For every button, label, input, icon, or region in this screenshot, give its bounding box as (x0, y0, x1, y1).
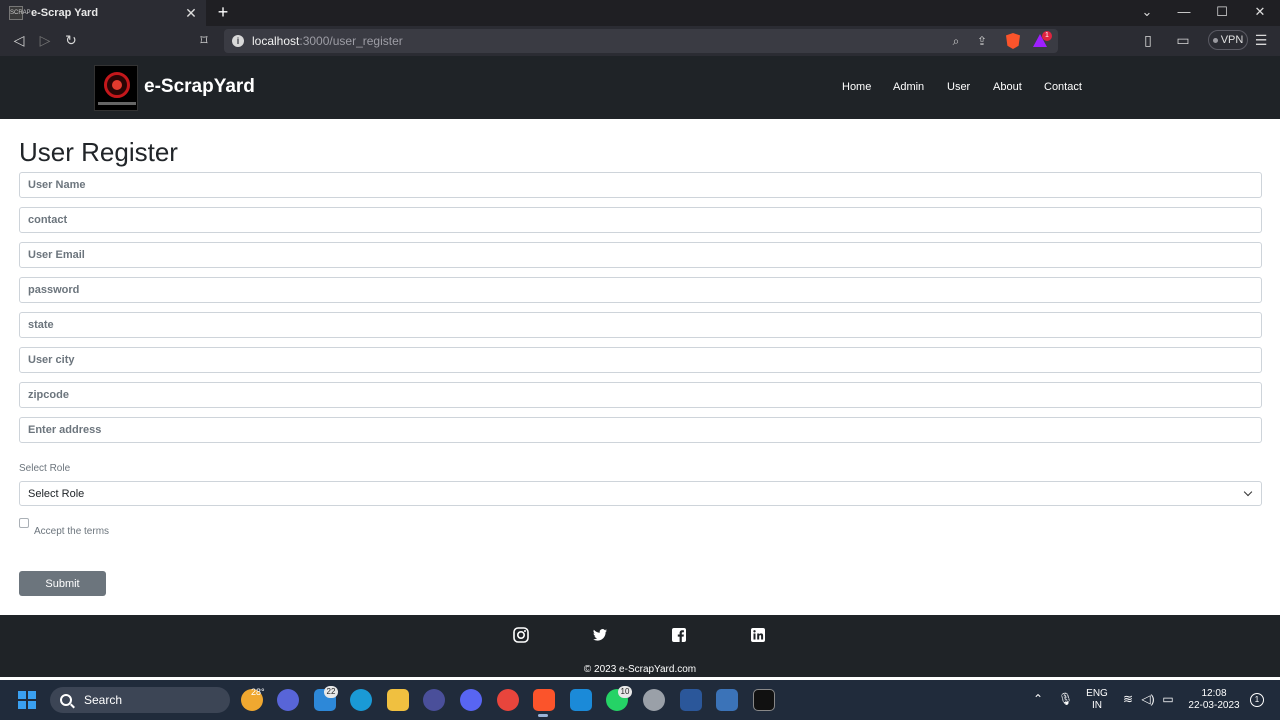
weather-temp: 28° (251, 687, 265, 697)
user-name-field[interactable] (19, 172, 1262, 198)
nav-link-about[interactable]: About (993, 81, 1022, 93)
tab-list-chevron-icon[interactable]: ⌄ (1139, 4, 1155, 20)
file-explorer-icon[interactable] (387, 689, 409, 711)
forward-icon[interactable]: ▷ (37, 32, 53, 48)
brand-name[interactable]: e-ScrapYard (144, 76, 255, 98)
role-select-value: Select Role (28, 487, 85, 500)
menu-icon[interactable]: ☰ (1253, 32, 1269, 48)
brave-shields-icon[interactable] (1006, 33, 1020, 49)
window-close-icon[interactable]: ✕ (1252, 4, 1268, 20)
wifi-icon[interactable]: ≋ (1121, 692, 1135, 706)
windows-start-icon[interactable] (18, 691, 36, 709)
tab-title: e-Scrap Yard (31, 7, 99, 19)
minimize-icon[interactable]: — (1176, 4, 1192, 19)
tab-close-icon[interactable]: ✕ (184, 5, 198, 22)
app-icon-2[interactable] (716, 689, 738, 711)
address-bar[interactable]: i localhost:3000/user_register ⌕ ⇪ 1 (224, 29, 1058, 53)
chat-app-icon[interactable] (277, 689, 299, 711)
zoom-icon[interactable]: ⌕ (948, 33, 964, 49)
state-field[interactable] (19, 312, 1262, 338)
chrome-icon[interactable] (497, 689, 519, 711)
edge-icon[interactable] (350, 689, 372, 711)
vscode-icon[interactable] (570, 689, 592, 711)
page-title: User Register (19, 137, 178, 167)
microphone-icon[interactable]: 🎙 (1058, 692, 1073, 706)
wallet-icon[interactable]: ▭ (1175, 32, 1191, 48)
reload-icon[interactable]: ↻ (63, 32, 79, 48)
accept-terms-checkbox[interactable] (19, 518, 29, 528)
battery-icon[interactable]: ▭ (1161, 692, 1175, 706)
chevron-down-icon (1243, 487, 1253, 496)
discord-icon[interactable] (460, 689, 482, 711)
bookmark-icon[interactable]: ⌑ (196, 32, 212, 48)
taskbar-search-label: Search (84, 693, 123, 707)
taskbar-search[interactable]: Search (50, 687, 230, 713)
linkedin-icon[interactable] (750, 627, 766, 643)
nav-link-user[interactable]: User (947, 81, 970, 93)
role-select[interactable]: Select Role (19, 481, 1262, 506)
logo-caption (98, 102, 136, 105)
password-field[interactable] (19, 277, 1262, 303)
app-icon[interactable] (423, 689, 445, 711)
volume-icon[interactable]: ◁) (1141, 692, 1155, 706)
word-icon[interactable] (680, 689, 702, 711)
active-app-indicator (538, 714, 548, 717)
twitter-icon[interactable] (592, 627, 608, 643)
rewards-badge: 1 (1042, 31, 1052, 41)
site-footer: © 2023 e-ScrapYard.com (0, 615, 1280, 677)
nav-link-home[interactable]: Home (842, 81, 871, 93)
copyright-text: © 2023 e-ScrapYard.com (583, 664, 697, 675)
clock[interactable]: 12:08 22-03-2023 (1184, 688, 1244, 712)
browser-tabstrip: SCRAP e-Scrap Yard ✕ + ⌄ — ☐ ✕ (0, 0, 1280, 26)
browser-toolbar: ◁ ▷ ↻ ⌑ i localhost:3000/user_register ⌕… (0, 26, 1280, 56)
tab-favicon: SCRAP (9, 6, 31, 20)
address-field[interactable] (19, 417, 1262, 443)
contact-field[interactable] (19, 207, 1262, 233)
site-logo[interactable] (94, 65, 138, 111)
tray-overflow-icon[interactable]: ⌃ (1031, 692, 1045, 706)
terminal-icon[interactable] (753, 689, 775, 711)
back-icon[interactable]: ◁ (11, 32, 27, 48)
nav-link-admin[interactable]: Admin (893, 81, 924, 93)
zipcode-field[interactable] (19, 382, 1262, 408)
settings-icon[interactable] (643, 689, 665, 711)
accept-terms-label: Accept the terms (34, 526, 110, 537)
user-city-field[interactable] (19, 347, 1262, 373)
vpn-label: VPN (1220, 34, 1244, 46)
browser-tab[interactable]: SCRAP e-Scrap Yard ✕ (0, 0, 206, 26)
new-tab-button[interactable]: + (214, 2, 232, 22)
share-icon[interactable]: ⇪ (974, 33, 990, 49)
maximize-icon[interactable]: ☐ (1214, 4, 1230, 20)
mail-badge: 22 (324, 686, 338, 698)
notification-icon[interactable]: 1 (1250, 693, 1264, 707)
submit-button[interactable]: Submit (19, 571, 106, 596)
vpn-button[interactable]: VPN (1208, 30, 1248, 50)
vpn-status-dot (1212, 37, 1218, 43)
instagram-icon[interactable] (513, 627, 529, 643)
select-role-label: Select Role (19, 463, 71, 474)
search-icon (60, 694, 72, 706)
site-navbar: e-ScrapYard Home Admin User About Contac… (0, 56, 1280, 119)
logo-emblem (104, 72, 130, 98)
nav-link-contact[interactable]: Contact (1044, 81, 1082, 93)
user-email-field[interactable] (19, 242, 1262, 268)
sidebar-icon[interactable]: ▯ (1140, 32, 1156, 48)
brave-icon[interactable] (533, 689, 555, 711)
url-text[interactable]: localhost:3000/user_register (252, 34, 403, 48)
language-indicator[interactable]: ENG IN (1083, 688, 1111, 712)
facebook-icon[interactable] (671, 627, 687, 643)
site-info-icon[interactable]: i (232, 35, 244, 47)
whatsapp-badge: 10 (618, 686, 632, 698)
